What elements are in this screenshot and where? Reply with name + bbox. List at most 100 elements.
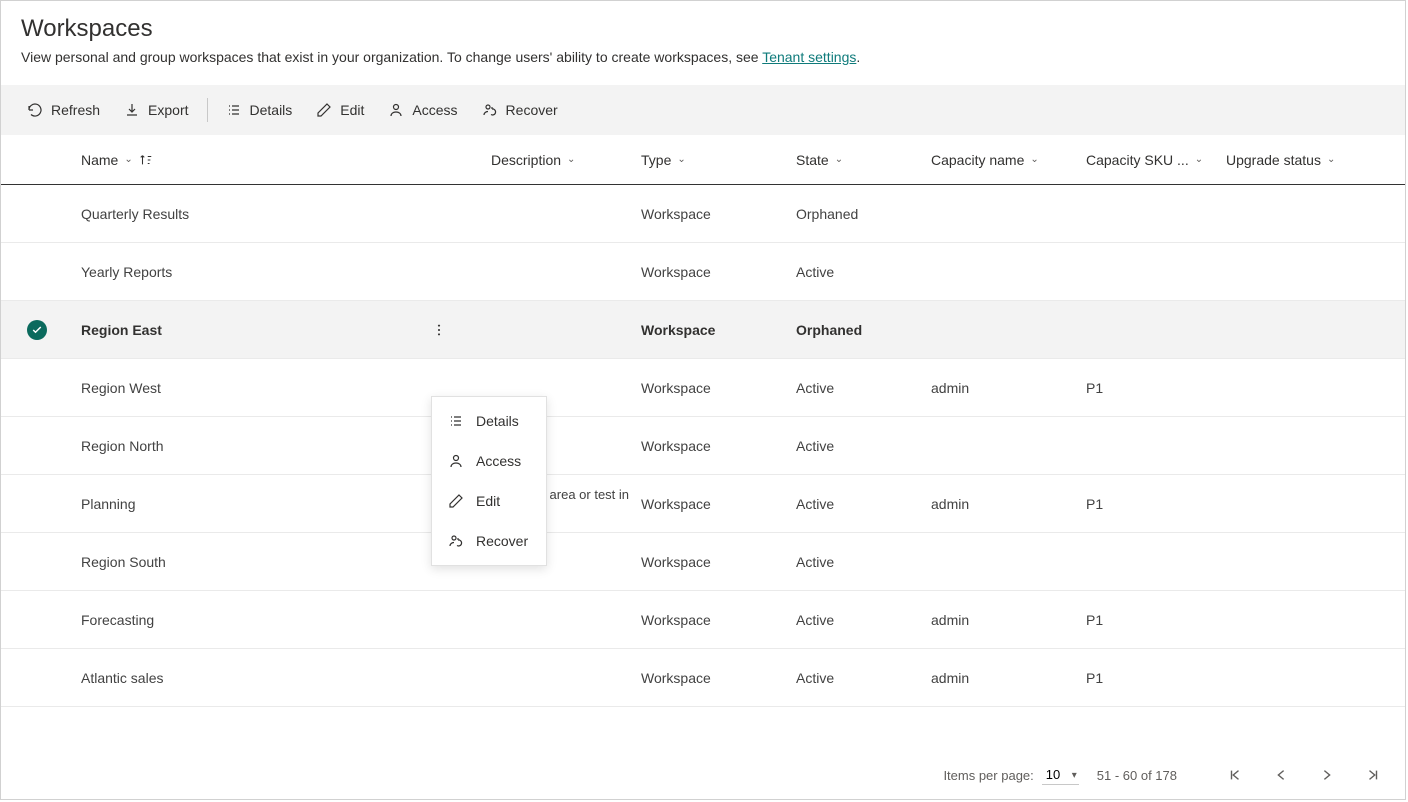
sort-icon [139,153,153,167]
details-button[interactable]: Details [214,94,305,126]
access-icon [388,102,404,118]
export-label: Export [148,102,188,118]
details-icon [226,102,242,118]
table-row[interactable]: Quarterly Results WorkspaceOrphaned [1,185,1405,243]
page-first-button[interactable] [1225,765,1245,785]
refresh-icon [27,102,43,118]
row-state: Active [796,380,931,396]
context-menu-edit-label: Edit [476,493,500,509]
recover-button[interactable]: Recover [470,94,570,126]
row-state: Active [796,612,931,628]
context-menu-access[interactable]: Access [432,441,546,481]
row-state: Active [796,496,931,512]
items-per-page-label: Items per page: [943,768,1033,783]
row-name: Atlantic sales [81,670,163,686]
context-menu-recover[interactable]: Recover [432,521,546,561]
access-label: Access [412,102,457,118]
recover-label: Recover [506,102,558,118]
table-row[interactable]: Forecasting WorkspaceActiveadminP1 [1,591,1405,649]
refresh-button[interactable]: Refresh [15,94,112,126]
chevron-down-icon: ⌄ [567,154,575,165]
page-description: View personal and group workspaces that … [21,49,1385,65]
page-last-button[interactable] [1363,765,1383,785]
row-state: Orphaned [796,206,931,222]
row-capacity-name: admin [931,380,1086,396]
row-capacity-sku: P1 [1086,670,1226,686]
column-header-capacity-name[interactable]: Capacity name ⌄ [931,152,1086,168]
page-range-text: 51 - 60 of 178 [1097,768,1177,783]
edit-button[interactable]: Edit [304,94,376,126]
row-more-button[interactable] [427,318,451,342]
tenant-settings-link[interactable]: Tenant settings [762,49,856,65]
row-type: Workspace [641,554,796,570]
chevron-down-icon: ⌄ [677,154,685,165]
row-name: Planning [81,496,136,512]
row-state: Active [796,264,931,280]
row-capacity-name: admin [931,496,1086,512]
column-header-description[interactable]: Description ⌄ [491,152,641,168]
page-description-suffix: . [856,49,860,65]
column-description-label: Description [491,152,561,168]
row-capacity-sku: P1 [1086,496,1226,512]
page-title: Workspaces [21,15,1385,43]
column-header-type[interactable]: Type ⌄ [641,152,796,168]
table-row[interactable]: Region WestWorkspaceActiveadminP1 [1,359,1405,417]
row-capacity-name: admin [931,670,1086,686]
table-row[interactable]: PlanningorkSpace area or test in BBTWork… [1,475,1405,533]
row-type: Workspace [641,264,796,280]
toolbar-separator [207,98,208,122]
refresh-label: Refresh [51,102,100,118]
row-state: Active [796,554,931,570]
table-row[interactable]: Yearly ReportsWorkspaceActive [1,243,1405,301]
table-header-row: Name ⌄ Description ⌄ Type ⌄ State ⌄ Capa… [1,135,1405,185]
row-state: Active [796,438,931,454]
chevron-down-icon: ⌄ [1030,154,1038,165]
page-next-button[interactable] [1317,765,1337,785]
export-button[interactable]: Export [112,94,200,126]
row-type: Workspace [641,670,796,686]
chevron-down-icon: ⌄ [835,154,843,165]
context-menu-access-label: Access [476,453,521,469]
row-type: Workspace [641,496,796,512]
workspaces-table: Name ⌄ Description ⌄ Type ⌄ State ⌄ Capa… [1,135,1405,707]
chevron-down-icon: ⌄ [1327,154,1335,165]
table-row[interactable]: Region EastWorkspaceOrphaned [1,301,1405,359]
items-per-page-select[interactable]: 10 [1042,765,1079,785]
column-header-state[interactable]: State ⌄ [796,152,931,168]
column-header-upgrade-status[interactable]: Upgrade status ⌄ [1226,152,1376,168]
table-row[interactable]: Atlantic sales WorkspaceActiveadminP1 [1,649,1405,707]
recover-icon [448,533,464,549]
row-state: Active [796,670,931,686]
page-prev-button[interactable] [1271,765,1291,785]
column-type-label: Type [641,152,671,168]
chevron-down-icon: ⌄ [1195,154,1203,165]
recover-icon [482,102,498,118]
access-button[interactable]: Access [376,94,469,126]
column-header-name[interactable]: Name ⌄ [71,152,491,168]
row-type: Workspace [641,438,796,454]
row-name: Region West [81,380,161,396]
row-capacity-sku: P1 [1086,612,1226,628]
column-header-capacity-sku[interactable]: Capacity SKU ... ⌄ [1086,152,1226,168]
row-name: Quarterly Results [81,206,189,222]
edit-icon [316,102,332,118]
row-type: Workspace [641,322,796,338]
row-type: Workspace [641,206,796,222]
column-upgrade-status-label: Upgrade status [1226,152,1321,168]
table-row[interactable]: Region NorthWorkspaceActive [1,417,1405,475]
details-label: Details [250,102,293,118]
row-type: Workspace [641,612,796,628]
context-menu-details-label: Details [476,413,519,429]
row-name: Region East [81,322,162,338]
context-menu-details[interactable]: Details [432,401,546,441]
row-name: Forecasting [81,612,154,628]
context-menu-recover-label: Recover [476,533,528,549]
table-row[interactable]: Region SouthWorkspaceActive [1,533,1405,591]
context-menu-edit[interactable]: Edit [432,481,546,521]
chevron-down-icon: ⌄ [124,154,132,165]
pagination-bar: Items per page: 10 51 - 60 of 178 [921,751,1405,799]
edit-label: Edit [340,102,364,118]
row-selected-check-icon [27,320,47,340]
row-capacity-name: admin [931,612,1086,628]
toolbar: Refresh Export Details Edit Access Recov… [1,85,1405,135]
